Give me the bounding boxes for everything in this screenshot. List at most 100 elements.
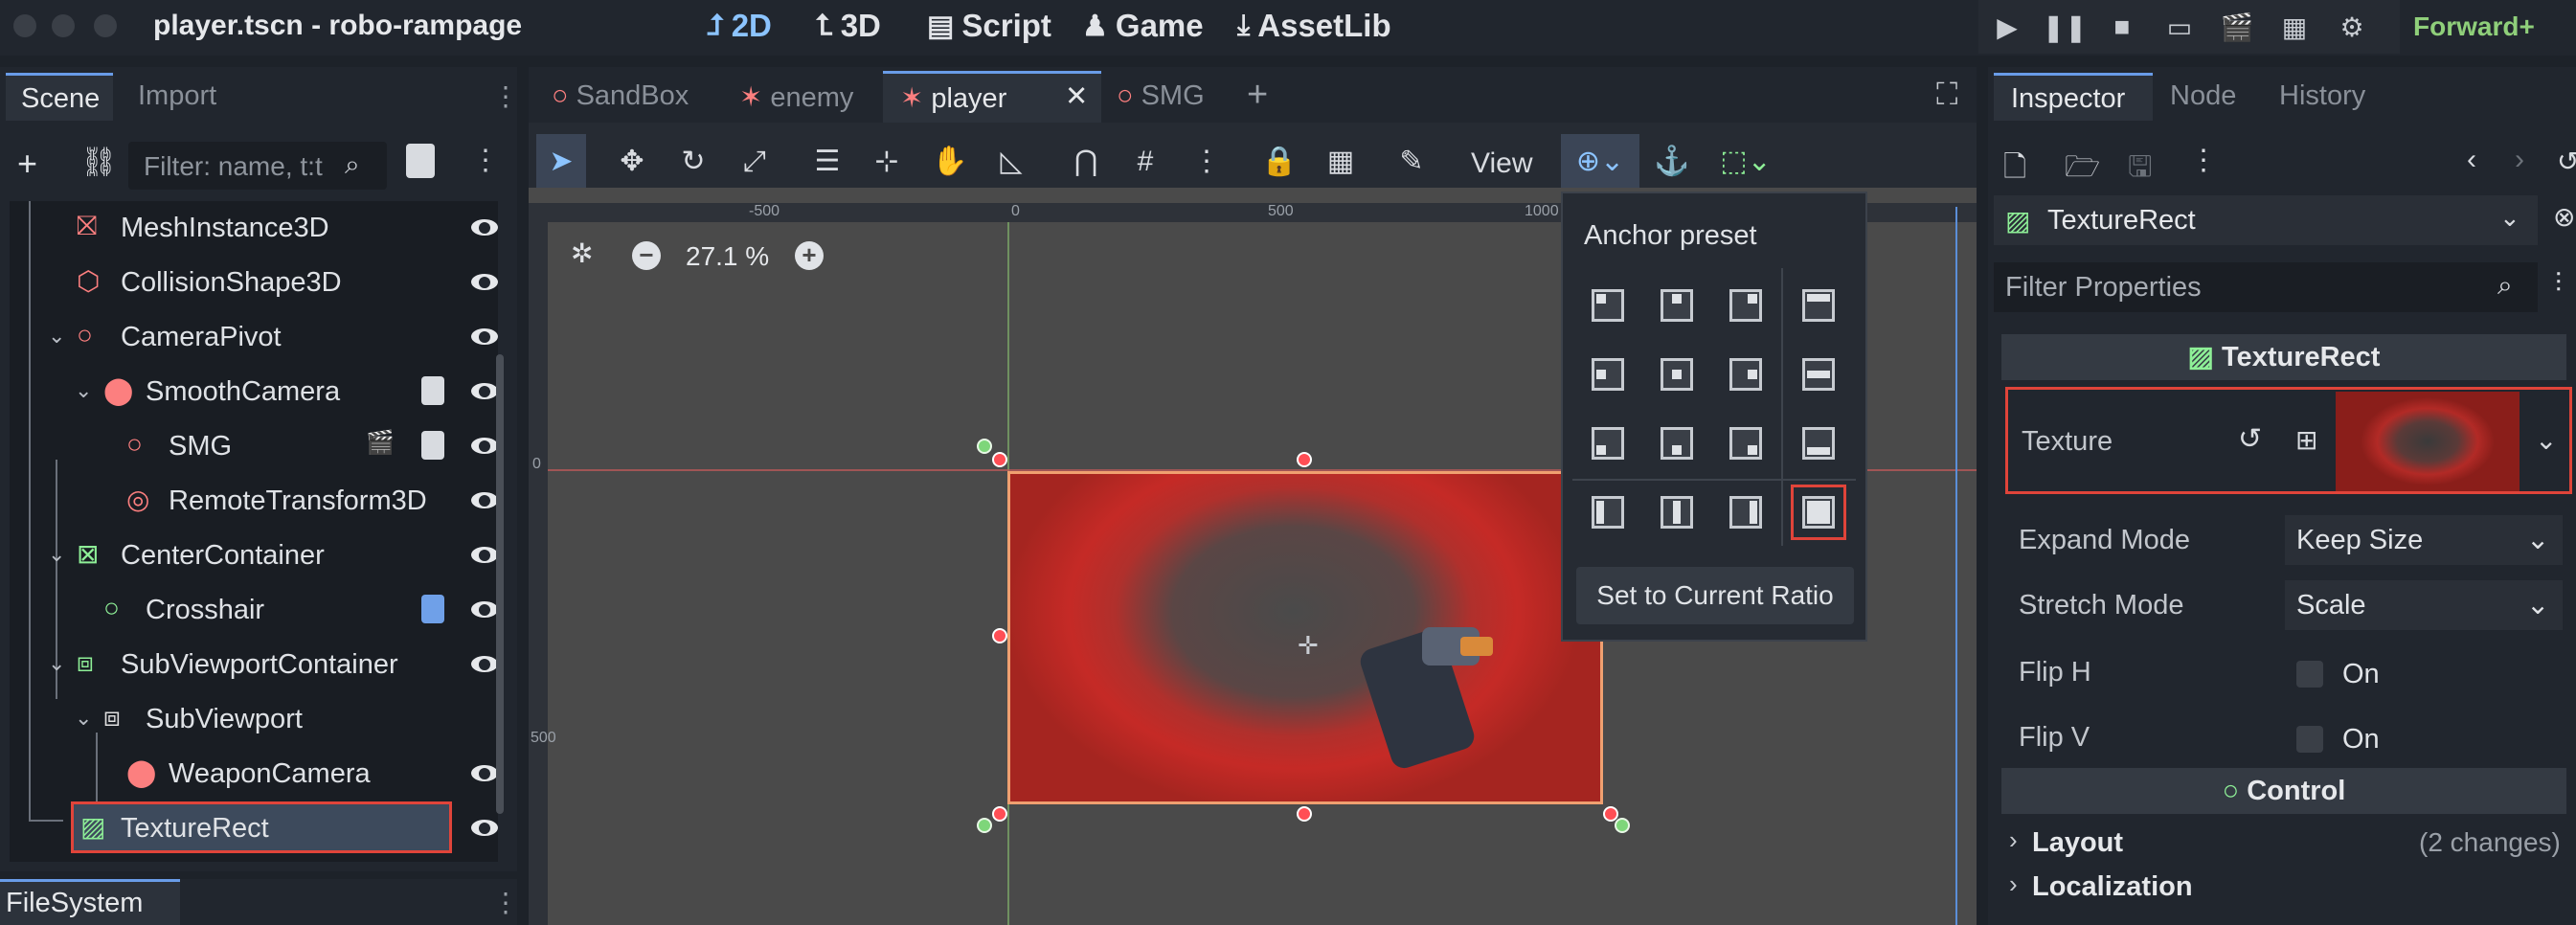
- bone-icon[interactable]: ✎: [1387, 134, 1436, 190]
- remote-debug-icon[interactable]: ▭: [2151, 11, 2208, 43]
- pause-icon[interactable]: ❚❚: [2036, 11, 2093, 43]
- resize-handle[interactable]: [992, 806, 1007, 822]
- minimize-window-button[interactable]: [52, 14, 75, 37]
- tab-import[interactable]: Import: [138, 80, 216, 112]
- tree-item-subviewport[interactable]: ⌄ ⧈ SubViewport: [19, 692, 498, 744]
- zoom-in-icon[interactable]: +: [795, 241, 824, 270]
- tab-enemy[interactable]: ✶ enemy: [739, 80, 853, 114]
- anchor-icon[interactable]: ⚓: [1647, 134, 1697, 190]
- preset-top-wide[interactable]: [1802, 289, 1835, 322]
- texture-rect-preview[interactable]: ✛: [1007, 471, 1603, 804]
- preset-top-left[interactable]: [1592, 289, 1624, 322]
- close-icon[interactable]: ✕: [1065, 79, 1088, 113]
- container-sizing-icon[interactable]: ⬚⌄: [1712, 134, 1779, 190]
- resize-handle[interactable]: [1297, 806, 1312, 822]
- open-folder-icon[interactable]: 🗁: [2065, 146, 2100, 194]
- expand-mode-select[interactable]: Keep Size ⌄: [2285, 515, 2563, 565]
- set-current-ratio-button[interactable]: Set to Current Ratio: [1576, 567, 1854, 624]
- tree-item-remotetransform3d[interactable]: ◎ RemoteTransform3D: [19, 474, 498, 526]
- move-tool-icon[interactable]: ✥: [607, 134, 657, 190]
- preset-right-wide[interactable]: [1729, 496, 1762, 529]
- scene-filter-input[interactable]: Filter: name, t:t ⌕: [128, 142, 387, 190]
- renderer-selector[interactable]: Forward+: [2413, 11, 2535, 42]
- tab-history[interactable]: History: [2279, 80, 2365, 112]
- script-icon[interactable]: [421, 431, 444, 460]
- tree-item-smoothcamera[interactable]: ⌄ ⬤ SmoothCamera: [19, 365, 498, 417]
- filter-settings-icon[interactable]: ⫶: [2555, 268, 2562, 300]
- texture-thumbnail[interactable]: [2336, 392, 2520, 491]
- visibility-eye-icon[interactable]: [471, 213, 500, 241]
- zoom-level[interactable]: 27.1 %: [686, 241, 769, 272]
- preset-center-left[interactable]: [1592, 358, 1624, 391]
- preset-vcenter-wide[interactable]: [1661, 496, 1693, 529]
- zoom-out-icon[interactable]: −: [632, 241, 661, 270]
- mode-game-button[interactable]: ♟ Game: [1082, 8, 1204, 44]
- grid-snap-icon[interactable]: #: [1120, 134, 1170, 190]
- movie-maker-icon[interactable]: ⚙: [2323, 11, 2381, 43]
- resize-handle[interactable]: [992, 628, 1007, 643]
- select-tool-icon[interactable]: ➤: [536, 134, 586, 190]
- visibility-eye-icon[interactable]: [471, 813, 500, 842]
- chevron-down-icon[interactable]: ⌄: [75, 706, 92, 731]
- tab-scene[interactable]: Scene: [6, 73, 113, 121]
- preset-center-right[interactable]: [1729, 358, 1762, 391]
- link-icon[interactable]: ⛓: [80, 146, 117, 179]
- view-menu[interactable]: View: [1471, 147, 1532, 180]
- add-node-icon[interactable]: +: [17, 144, 37, 184]
- preset-full-rect[interactable]: [1802, 496, 1835, 529]
- rotate-tool-icon[interactable]: ↻: [668, 134, 718, 190]
- tab-player[interactable]: ✶ player ✕: [883, 71, 1101, 123]
- texture-property[interactable]: Texture ↺ ⊞ ⌄: [2005, 387, 2572, 494]
- visibility-eye-icon[interactable]: [471, 267, 500, 296]
- close-window-button[interactable]: [13, 14, 36, 37]
- center-view-icon[interactable]: ✲: [571, 237, 593, 269]
- tree-item-crosshair[interactable]: ○ Crosshair: [19, 583, 498, 635]
- resize-handle[interactable]: [992, 452, 1007, 467]
- scene-tree-scrollbar[interactable]: [496, 354, 504, 814]
- tab-inspector[interactable]: Inspector: [1994, 73, 2153, 121]
- anchor-handle[interactable]: [1615, 818, 1630, 833]
- tree-item-camerapivot[interactable]: ⌄ ○ CameraPivot: [19, 310, 498, 362]
- forward-icon[interactable]: ›: [2515, 144, 2524, 176]
- inspector-menu-icon[interactable]: ⋮: [2189, 144, 2218, 177]
- localization-section[interactable]: › Localization: [2009, 866, 2566, 908]
- attach-script-icon[interactable]: [406, 144, 435, 178]
- preset-center-bottom[interactable]: [1661, 427, 1693, 460]
- maximize-window-button[interactable]: [94, 14, 117, 37]
- new-resource-icon[interactable]: 🗋: [2003, 146, 2026, 194]
- ruler-tool-icon[interactable]: ◺: [986, 134, 1036, 190]
- smart-snap-icon[interactable]: ⋂: [1061, 134, 1111, 190]
- tree-item-centercontainer[interactable]: ⌄ ⊠ CenterContainer: [19, 529, 498, 580]
- anchor-handle[interactable]: [977, 818, 992, 833]
- instance-scene-icon[interactable]: 🎬: [366, 429, 395, 457]
- mode-assetlib-button[interactable]: ⤓ AssetLib: [1237, 8, 1391, 44]
- preset-bottom-right[interactable]: [1729, 427, 1762, 460]
- tab-node[interactable]: Node: [2170, 80, 2236, 112]
- play-icon[interactable]: ▶: [1978, 11, 2036, 43]
- anchor-preset-button[interactable]: ⊕⌄: [1561, 134, 1639, 190]
- revert-icon[interactable]: ↺: [2238, 422, 2262, 456]
- tree-item-subviewportcontainer[interactable]: ⌄ ⧈ SubViewportContainer: [19, 638, 498, 689]
- scene-menu-icon[interactable]: ⋮: [471, 144, 500, 177]
- stretch-mode-select[interactable]: Scale ⌄: [2285, 580, 2563, 630]
- preset-left-wide[interactable]: [1592, 496, 1624, 529]
- texture-edit-icon[interactable]: ⊞: [2295, 424, 2317, 456]
- visibility-eye-icon[interactable]: [471, 322, 500, 350]
- snap-options-icon[interactable]: ⋮: [1182, 134, 1232, 190]
- tree-item-texturerect[interactable]: ▨ TextureRect: [19, 801, 498, 853]
- pivot-tool-icon[interactable]: ⊹: [862, 134, 912, 190]
- list-select-icon[interactable]: ☰: [802, 134, 852, 190]
- preset-bottom-wide[interactable]: [1802, 427, 1835, 460]
- script-icon[interactable]: [421, 595, 444, 623]
- tree-item-smg[interactable]: ○ SMG 🎬: [19, 419, 498, 471]
- distraction-free-icon[interactable]: ⛶: [1936, 77, 1957, 113]
- mode-script-button[interactable]: ▤ Script: [927, 8, 1051, 44]
- chevron-down-icon[interactable]: ⌄: [48, 324, 65, 349]
- anchor-handle[interactable]: [977, 439, 992, 454]
- chevron-down-icon[interactable]: ⌄: [2535, 424, 2557, 456]
- mode-3d-button[interactable]: ⮤ 3D: [816, 8, 881, 44]
- group-icon[interactable]: ▦: [1316, 134, 1366, 190]
- mode-2d-button[interactable]: ⮥ 2D: [707, 8, 772, 44]
- flip-v-checkbox[interactable]: [2296, 726, 2323, 753]
- tree-item-meshinstance3d[interactable]: ⛝ MeshInstance3D: [19, 201, 498, 253]
